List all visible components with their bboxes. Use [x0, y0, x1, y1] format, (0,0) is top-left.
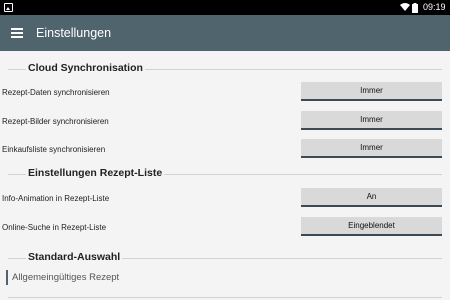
section-header-recipe-list: Einstellungen Rezept-Liste — [0, 167, 450, 181]
app-bar: Einstellungen — [0, 15, 450, 51]
setting-label-recipe-data: Rezept-Daten synchronisieren — [2, 88, 110, 97]
section-title-cloud: Cloud Synchronisation — [26, 62, 145, 74]
setting-label-shopping-list: Einkaufsliste synchronisieren — [2, 145, 106, 154]
setting-label-online-search: Online-Suche in Rezept-Liste — [2, 223, 107, 232]
hamburger-menu-icon[interactable] — [11, 28, 23, 38]
section-header-cloud: Cloud Synchronisation — [0, 62, 450, 76]
shopping-list-sync-button[interactable]: Immer — [301, 139, 442, 158]
setting-label-info-animation: Info-Animation in Rezept-Liste — [2, 194, 110, 203]
setting-label-recipe-images: Rezept-Bilder synchronisieren — [2, 117, 109, 126]
wifi-icon — [400, 2, 410, 14]
section-title-recipe-list: Einstellungen Rezept-Liste — [26, 167, 165, 179]
info-animation-button[interactable]: An — [301, 188, 442, 207]
section-title-standard: Standard-Auswahl — [26, 251, 123, 263]
status-time: 09:19 — [423, 2, 446, 12]
online-search-button[interactable]: Eingeblendet — [301, 217, 442, 236]
recipe-data-sync-button[interactable]: Immer — [301, 82, 442, 101]
status-bar: 09:19 — [0, 0, 450, 15]
section-divider — [8, 297, 442, 298]
standard-recipe-item[interactable]: Allgemeingültiges Rezept — [6, 270, 306, 285]
battery-icon — [412, 3, 418, 15]
next-section-fragment — [0, 294, 450, 300]
image-icon — [4, 3, 13, 12]
recipe-images-sync-button[interactable]: Immer — [301, 111, 442, 130]
section-header-standard: Standard-Auswahl — [0, 251, 450, 265]
page-title: Einstellungen — [36, 26, 112, 40]
